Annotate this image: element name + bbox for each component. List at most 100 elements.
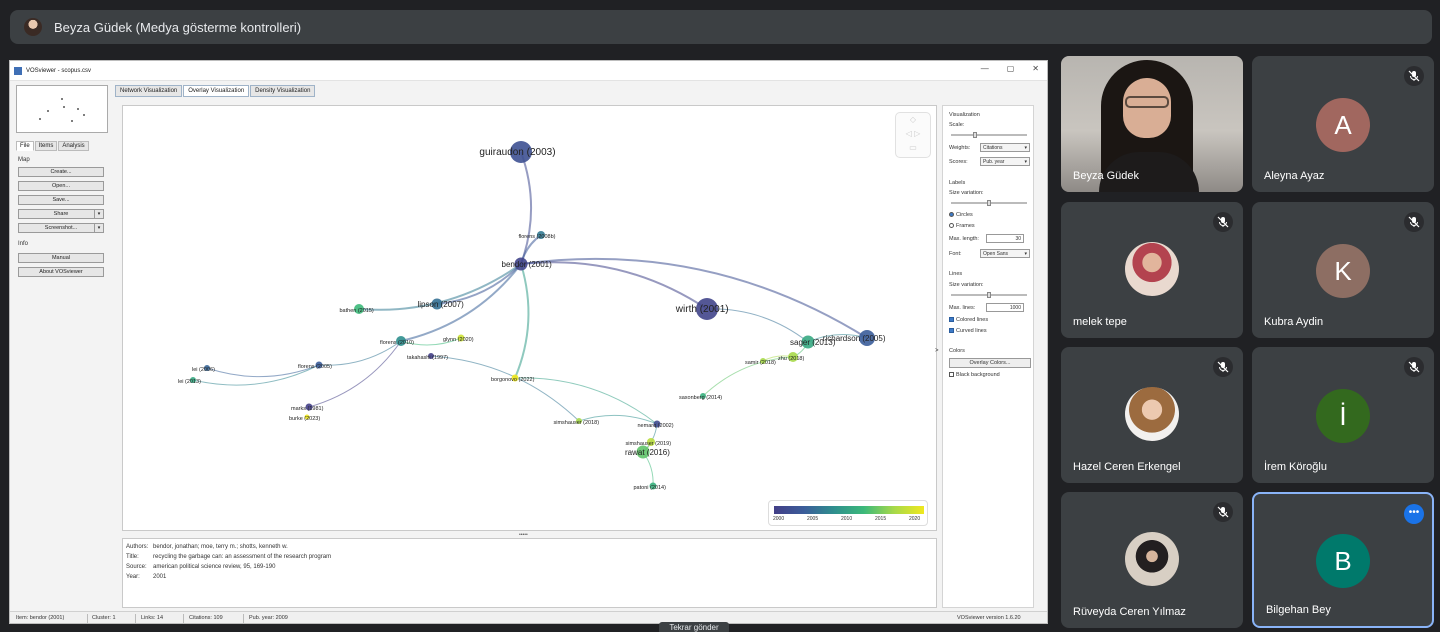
participant-tile-bilgehan[interactable]: ••• B Bilgehan Bey [1252, 492, 1434, 628]
participant-avatar: A [1316, 98, 1370, 152]
about-button[interactable]: About VOSviewer [18, 267, 104, 277]
participant-photo [1125, 387, 1179, 441]
maximize-icon[interactable]: ▢ [1007, 64, 1015, 73]
status-cluster: Cluster: 1 [92, 615, 116, 621]
participant-tile-beyza[interactable]: Beyza Güdek [1061, 56, 1243, 192]
scale-slider[interactable] [951, 132, 1027, 138]
participant-tile-kubra[interactable]: K Kubra Aydin [1252, 202, 1434, 338]
presenter-bar[interactable]: Beyza Güdek (Medya gösterme kontrolleri) [10, 10, 1432, 44]
mic-off-icon [1213, 502, 1233, 522]
zoom-pan-control[interactable]: ◇ ◁ ▷ ▭ [895, 112, 931, 158]
mic-off-icon [1404, 212, 1424, 232]
network-node-label: marks (1981) [291, 406, 324, 412]
participant-avatar: B [1316, 534, 1370, 588]
screenshot-button[interactable]: Screenshot... ▾ [18, 223, 104, 233]
network-canvas[interactable]: guiraudon (2003) bendor (2001) florens (20… [122, 105, 937, 531]
tab-analysis[interactable]: Analysis [58, 141, 89, 151]
scores-label: Scores: [949, 159, 968, 165]
map-section-header: Map [18, 157, 30, 163]
weights-label: Weights: [949, 145, 971, 151]
map-overview[interactable] [16, 85, 108, 133]
network-node-label: glynn (2020) [443, 337, 474, 343]
network-node-label: nemarq (2002) [638, 423, 674, 429]
shared-screen: VOSviewer - scopus.csv — ▢ ✕ File Items … [9, 60, 1048, 624]
curved-lines-option[interactable]: Curved lines [949, 328, 987, 334]
frames-radio[interactable] [949, 223, 954, 229]
participant-tile-melek[interactable]: melek tepe [1061, 202, 1243, 338]
close-icon[interactable]: ✕ [1032, 64, 1039, 73]
manual-button[interactable]: Manual [18, 253, 104, 263]
network-graph[interactable]: guiraudon (2003) bendor (2001) florens (20… [123, 106, 938, 532]
authors-value: bendor, jonathan; moe, terry m.; shotts,… [153, 544, 288, 550]
status-pub-year: Pub. year: 2009 [249, 615, 288, 621]
create-button[interactable]: Create... [18, 167, 104, 177]
share-button[interactable]: Share ▾ [18, 209, 104, 219]
black-background-checkbox[interactable] [949, 372, 954, 378]
participant-name: İrem Köroğlu [1264, 461, 1327, 473]
tab-density-visualization[interactable]: Density Visualization [250, 85, 316, 97]
curved-lines-checkbox[interactable] [949, 328, 954, 334]
network-node-label: saxonberg (2014) [679, 395, 722, 401]
tab-network-visualization[interactable]: Network Visualization [115, 85, 183, 97]
tab-file[interactable]: File [16, 141, 34, 151]
legend-tick: 2005 [807, 516, 819, 522]
weights-select[interactable]: Citations ▾ [980, 143, 1030, 152]
black-background-option[interactable]: Black background [949, 372, 1000, 378]
overlay-colors-button[interactable]: Overlay Colors... [949, 358, 1031, 368]
participant-name: Beyza Güdek [1073, 170, 1140, 182]
source-value: american political science review, 95, 1… [153, 564, 276, 570]
max-lines-input[interactable]: 1000 [986, 303, 1024, 312]
tab-overlay-visualization[interactable]: Overlay Visualization [183, 85, 250, 97]
legend-tick: 2010 [841, 516, 853, 522]
lines-size-variation-label: Size variation: [949, 282, 984, 288]
network-node-label: takahashi (1997) [407, 355, 448, 361]
participant-avatar: K [1316, 244, 1370, 298]
circles-radio[interactable] [949, 212, 954, 218]
network-node-label: lei (2006) [192, 367, 215, 373]
open-button[interactable]: Open... [18, 181, 104, 191]
tab-items[interactable]: Items [34, 141, 58, 151]
mic-off-icon [1404, 66, 1424, 86]
network-node-label: simshauser (2019) [626, 441, 672, 447]
mic-off-icon [1404, 357, 1424, 377]
participant-tile-ruveyda[interactable]: Rüveyda Ceren Yılmaz [1061, 492, 1243, 628]
legend-tick: 2015 [875, 516, 887, 522]
resend-tooltip: Tekrar gönder [659, 622, 729, 632]
participant-tile-aleyna[interactable]: A Aleyna Ayaz [1252, 56, 1434, 192]
network-node-label: florens (2005) [298, 364, 332, 370]
scores-select[interactable]: Pub. year ▾ [980, 157, 1030, 166]
options-panel: Visualization Scale: Weights: Citations ▾… [942, 105, 1034, 608]
max-length-input[interactable]: 30 [986, 234, 1024, 243]
year-value: 2001 [153, 574, 167, 580]
network-node-label: simshauser (2018) [554, 420, 600, 426]
max-length-label: Max. length: [949, 236, 979, 242]
mic-off-icon [1213, 357, 1233, 377]
network-node-label: zhu (2018) [778, 356, 804, 362]
colored-lines-checkbox[interactable] [949, 317, 954, 323]
participant-tile-hazel[interactable]: Hazel Ceren Erkengel [1061, 347, 1243, 483]
expand-arrow-icon[interactable]: > [935, 348, 939, 354]
labels-header: Labels [949, 180, 966, 186]
window-titlebar: VOSviewer - scopus.csv — ▢ ✕ [10, 61, 1047, 81]
labels-size-slider[interactable] [951, 200, 1027, 206]
colored-lines-option[interactable]: Colored lines [949, 317, 988, 323]
participant-name: Bilgehan Bey [1266, 604, 1331, 616]
minimize-icon[interactable]: — [981, 64, 989, 73]
lines-header: Lines [949, 271, 963, 277]
status-links: Links: 14 [141, 615, 164, 621]
font-select[interactable]: Open Sans ▾ [980, 249, 1030, 258]
labels-size-variation-label: Size variation: [949, 190, 984, 196]
lines-size-slider[interactable] [951, 292, 1027, 298]
year-label: Year: [126, 574, 140, 580]
left-panel: File Items Analysis Map Create... Open..… [14, 83, 116, 609]
network-node-label: bathen (2015) [340, 308, 374, 314]
save-button[interactable]: Save... [18, 195, 104, 205]
network-node-label: florens (2010) [380, 340, 414, 346]
participant-name: Hazel Ceren Erkengel [1073, 461, 1181, 473]
authors-label: Authors: [126, 544, 149, 550]
circles-option[interactable]: Circles [949, 212, 973, 218]
participant-tile-irem[interactable]: İ İrem Köroğlu [1252, 347, 1434, 483]
frames-option[interactable]: Frames [949, 223, 975, 229]
participant-photo [1125, 242, 1179, 296]
more-options-icon[interactable]: ••• [1404, 504, 1424, 524]
